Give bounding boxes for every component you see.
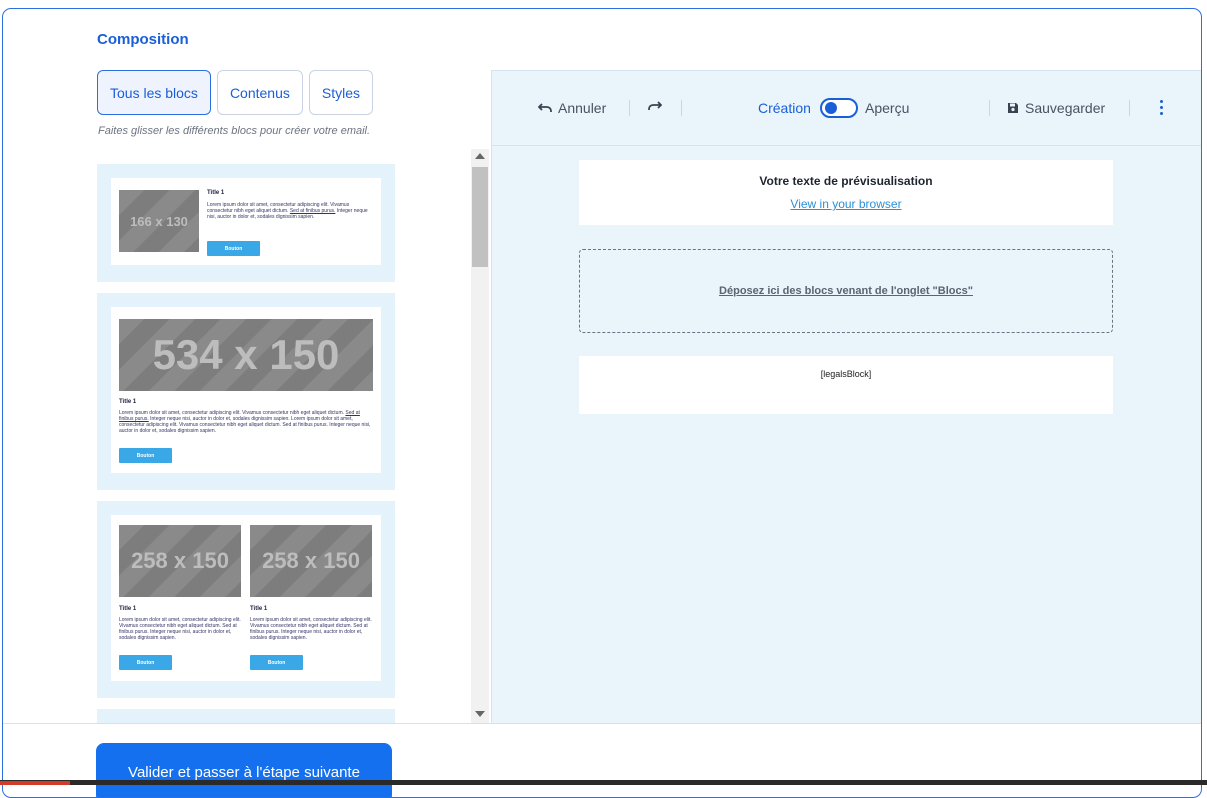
redo-button[interactable] (648, 100, 662, 112)
scroll-thumb[interactable] (472, 167, 488, 267)
image-placeholder: 258 x 150 (119, 525, 241, 597)
image-placeholder: 534 x 150 (119, 319, 373, 391)
block-card: 258 x 150 258 x 150 Title 1 Title 1 Lore… (111, 515, 381, 681)
block-button: Bouton (250, 655, 303, 670)
redo-icon (648, 101, 662, 110)
tab-styles[interactable]: Styles (308, 70, 373, 115)
toolbar-divider (629, 100, 630, 116)
block-title: Title 1 (119, 399, 137, 405)
library-scrollbar[interactable] (471, 149, 489, 723)
image-placeholder: 166 x 130 (119, 190, 199, 252)
mode-preview-label[interactable]: Aperçu (865, 100, 909, 116)
library-block-partial[interactable] (97, 709, 395, 724)
library-block-image-left[interactable]: 166 x 130 Title 1 Lorem ipsum dolor sit … (97, 164, 395, 282)
toolbar-divider (1129, 100, 1130, 116)
preheader-text: Votre texte de prévisualisation (759, 174, 933, 188)
undo-icon (538, 103, 552, 112)
block-library: 166 x 130 Title 1 Lorem ipsum dolor sit … (97, 164, 395, 724)
block-text: Lorem ipsum dolor sit amet, consectetur … (207, 202, 368, 220)
toggle-knob (825, 102, 837, 114)
more-options-icon[interactable] (1160, 100, 1164, 115)
tab-contents[interactable]: Contenus (216, 70, 303, 115)
block-button: Bouton (119, 448, 172, 463)
save-label: Sauvegarder (1025, 100, 1106, 116)
email-editor: Annuler Création Aperçu Sauvegarder Votr… (491, 70, 1201, 724)
tab-all-blocks[interactable]: Tous les blocs (97, 70, 211, 115)
scroll-down-icon[interactable] (475, 711, 485, 717)
toolbar-divider (681, 100, 682, 116)
drop-zone[interactable]: Déposez ici des blocs venant de l'onglet… (579, 249, 1113, 333)
block-text: Lorem ipsum dolor sit amet, consectetur … (250, 617, 372, 641)
image-placeholder: 258 x 150 (250, 525, 372, 597)
drop-zone-text: Déposez ici des blocs venant de l'onglet… (719, 285, 973, 297)
taskbar-accent (0, 781, 70, 785)
legals-placeholder: [legalsBlock] (820, 369, 872, 379)
validate-next-step-button[interactable]: Valider et passer à l'étape suivante (96, 743, 392, 797)
mode-creation-label[interactable]: Création (758, 100, 811, 116)
block-title: Title 1 (250, 606, 268, 612)
save-button[interactable]: Sauvegarder (1007, 100, 1105, 116)
footer-divider (3, 723, 1201, 724)
page-title: Composition (97, 31, 189, 48)
library-block-full-image[interactable]: 534 x 150 Title 1 Lorem ipsum dolor sit … (97, 293, 395, 490)
undo-button[interactable]: Annuler (538, 100, 606, 116)
scroll-up-icon[interactable] (475, 153, 485, 159)
block-card: 166 x 130 Title 1 Lorem ipsum dolor sit … (111, 178, 381, 265)
taskbar-edge (0, 780, 1207, 785)
app-frame: Composition Tous les blocs Contenus Styl… (2, 8, 1202, 798)
editor-toolbar: Annuler Création Aperçu Sauvegarder (492, 71, 1201, 146)
tab-bar: Tous les blocs Contenus Styles (97, 70, 373, 115)
block-button: Bouton (207, 241, 260, 256)
mode-toggle[interactable] (820, 98, 858, 118)
block-text: Lorem ipsum dolor sit amet, consectetur … (119, 410, 371, 434)
legals-block[interactable]: [legalsBlock] (579, 356, 1113, 414)
block-card: 534 x 150 Title 1 Lorem ipsum dolor sit … (111, 307, 381, 473)
drag-hint: Faites glisser les différents blocs pour… (98, 125, 371, 137)
preheader-block[interactable]: Votre texte de prévisualisation View in … (579, 160, 1113, 225)
block-button: Bouton (119, 655, 172, 670)
block-text: Lorem ipsum dolor sit amet, consectetur … (119, 617, 241, 641)
library-block-two-columns[interactable]: 258 x 150 258 x 150 Title 1 Title 1 Lore… (97, 501, 395, 698)
save-icon (1008, 103, 1018, 113)
block-title: Title 1 (119, 606, 137, 612)
toolbar-divider (989, 100, 990, 116)
view-in-browser-link[interactable]: View in your browser (579, 197, 1113, 211)
block-title: Title 1 (207, 190, 225, 196)
undo-label: Annuler (558, 100, 607, 116)
